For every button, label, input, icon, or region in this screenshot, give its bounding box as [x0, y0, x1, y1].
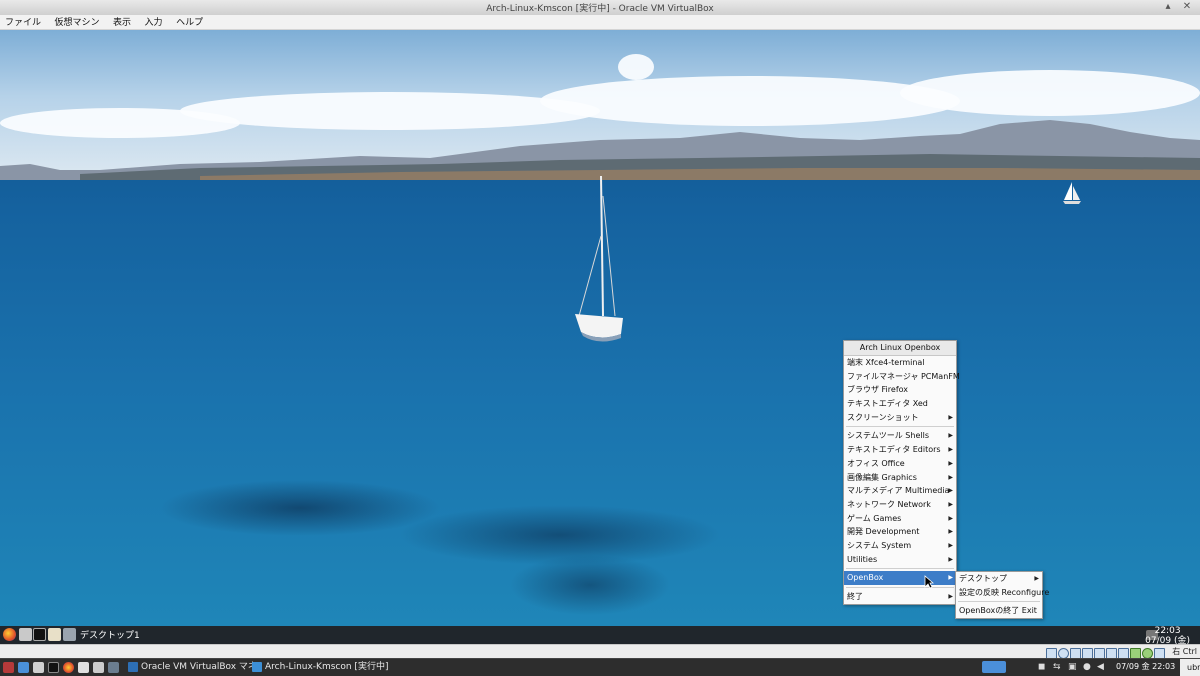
menu-file[interactable]: ファイル	[0, 16, 46, 30]
document-icon[interactable]	[78, 662, 89, 673]
submenu-item-openbox-exit[interactable]: OpenBoxの終了 Exit	[956, 604, 1042, 618]
file-manager-icon[interactable]	[19, 628, 32, 641]
menu-item-editors[interactable]: テキストエディタ Editors ▶	[844, 443, 956, 457]
wallpaper-cloud	[618, 54, 654, 80]
clipboard-icon[interactable]: ▣	[1068, 662, 1077, 672]
menu-view[interactable]: 表示	[108, 16, 136, 30]
host-clock[interactable]: 07/09 金 22:03	[1116, 660, 1175, 674]
menu-item-terminal[interactable]: 端末 Xfce4-terminal	[844, 356, 956, 370]
submenu-arrow-icon: ▶	[948, 473, 953, 481]
desktop-label[interactable]: デスクトップ1	[80, 628, 140, 641]
window-title: Arch-Linux-Kmscon [実行中] - Oracle VM Virt…	[486, 4, 714, 14]
openbox-root-menu: Arch Linux Openbox 端末 Xfce4-terminal ファイ…	[843, 340, 960, 605]
menu-help[interactable]: ヘルプ	[171, 16, 208, 30]
menu-separator	[846, 587, 954, 588]
volume-icon[interactable]: ◀	[1097, 662, 1104, 672]
wallpaper-mountains	[0, 120, 1200, 180]
submenu-arrow-icon: ▶	[948, 541, 953, 549]
terminal-icon[interactable]	[48, 662, 59, 673]
openbox-menu-title: Arch Linux Openbox	[844, 341, 956, 356]
sailboat-image	[575, 176, 623, 342]
menu-item-office[interactable]: オフィス Office ▶	[844, 457, 956, 471]
menu-separator	[846, 568, 954, 570]
menu-item-graphics[interactable]: 画像編集 Graphics ▶	[844, 471, 956, 485]
menu-item-multimedia[interactable]: マルチメディア Multimedia ▶	[844, 484, 956, 498]
task-virtualbox-manager[interactable]: Oracle VM VirtualBox マネー...	[126, 660, 261, 674]
submenu-arrow-icon: ▶	[948, 593, 953, 600]
screenshot-icon[interactable]	[63, 628, 76, 641]
mouse-cursor-icon	[924, 575, 934, 589]
wallpaper-cloud	[900, 70, 1200, 116]
distant-sailboat-image	[1063, 182, 1081, 204]
menu-input[interactable]: 入力	[140, 16, 168, 30]
menu-item-screenshot[interactable]: スクリーンショット ▶	[844, 411, 956, 425]
show-desktop-icon[interactable]	[18, 662, 29, 673]
vbox-statusbar: 右 Ctrl	[0, 644, 1200, 659]
terminal-icon[interactable]	[33, 628, 46, 641]
openbox-submenu: デスクトップ ▶ 設定の反映 Reconfigure OpenBoxの終了 Exi…	[955, 571, 1049, 620]
submenu-arrow-icon: ▶	[948, 413, 953, 421]
submenu-arrow-icon: ▶	[948, 487, 953, 495]
guest-time: 22:03	[1154, 626, 1181, 636]
menu-item-development[interactable]: 開発 Development ▶	[844, 525, 956, 539]
menu-item-exit[interactable]: 終了 ▶	[844, 590, 956, 604]
guest-clock[interactable]: 22:03 07/09 (金)	[1145, 626, 1190, 646]
submenu-arrow-icon: ▶	[948, 555, 953, 563]
menu-item-network[interactable]: ネットワーク Network ▶	[844, 498, 956, 512]
host-taskbar: Oracle VM VirtualBox マネー... Arch-Linux-K…	[0, 658, 1200, 676]
submenu-arrow-icon: ▶	[948, 446, 953, 454]
virtualbox-icon	[128, 662, 138, 672]
folder-icon[interactable]	[33, 662, 44, 673]
submenu-arrow-icon: ▶	[948, 574, 953, 582]
workspace-switcher-icon[interactable]	[982, 661, 1006, 673]
guest-desktop[interactable]	[0, 30, 1200, 626]
submenu-arrow-icon: ▶	[948, 514, 953, 522]
menu-machine[interactable]: 仮想マシン	[50, 16, 105, 30]
firefox-icon[interactable]	[3, 628, 16, 641]
window-up-button[interactable]: ▴	[1161, 1, 1175, 12]
window-close-button[interactable]: ✕	[1180, 1, 1194, 12]
window-titlebar[interactable]: Arch-Linux-Kmscon [実行中] - Oracle VM Virt…	[0, 0, 1200, 16]
network-tray-icon[interactable]: ⇆	[1053, 662, 1061, 672]
submenu-arrow-icon: ▶	[948, 500, 953, 508]
firefox-icon[interactable]	[63, 662, 74, 673]
submenu-item-desktop[interactable]: デスクトップ ▶	[956, 572, 1042, 586]
submenu-item-reconfigure[interactable]: 設定の反映 Reconfigure	[956, 586, 1049, 600]
app-menu-icon[interactable]	[3, 662, 14, 673]
menu-item-text-editor[interactable]: テキストエディタ Xed	[844, 397, 956, 411]
user-menu[interactable]: ubn	[1180, 659, 1200, 676]
menu-item-games[interactable]: ゲーム Games ▶	[844, 512, 956, 526]
menu-separator	[846, 426, 954, 428]
screenshot-icon[interactable]	[108, 662, 119, 673]
task-arch-linux-vm[interactable]: Arch-Linux-Kmscon [実行中] ...	[250, 660, 390, 674]
submenu-arrow-icon: ▶	[948, 459, 953, 467]
text-editor-icon[interactable]	[48, 628, 61, 641]
submenu-arrow-icon: ▶	[1034, 575, 1039, 582]
guest-panel: デスクトップ1	[0, 626, 1200, 644]
menu-item-utilities[interactable]: Utilities ▶	[844, 553, 956, 567]
submenu-arrow-icon: ▶	[948, 528, 953, 536]
editor-icon[interactable]	[93, 662, 104, 673]
menu-item-openbox[interactable]: OpenBox ▶	[844, 571, 956, 585]
menu-item-system[interactable]: システム System ▶	[844, 539, 956, 553]
update-icon[interactable]: ●	[1083, 662, 1091, 672]
notification-icon[interactable]: ◼	[1038, 662, 1045, 672]
menu-item-browser[interactable]: ブラウザ Firefox	[844, 383, 956, 397]
menu-separator	[958, 601, 1040, 603]
menu-item-shells[interactable]: システムツール Shells ▶	[844, 429, 956, 443]
menu-item-file-manager[interactable]: ファイルマネージャ PCManFM	[844, 370, 960, 384]
arch-linux-icon	[252, 662, 262, 672]
vbox-menubar: ファイル 仮想マシン 表示 入力 ヘルプ	[0, 15, 1200, 30]
submenu-arrow-icon: ▶	[948, 432, 953, 440]
host-key-label: 右 Ctrl	[1172, 647, 1197, 656]
